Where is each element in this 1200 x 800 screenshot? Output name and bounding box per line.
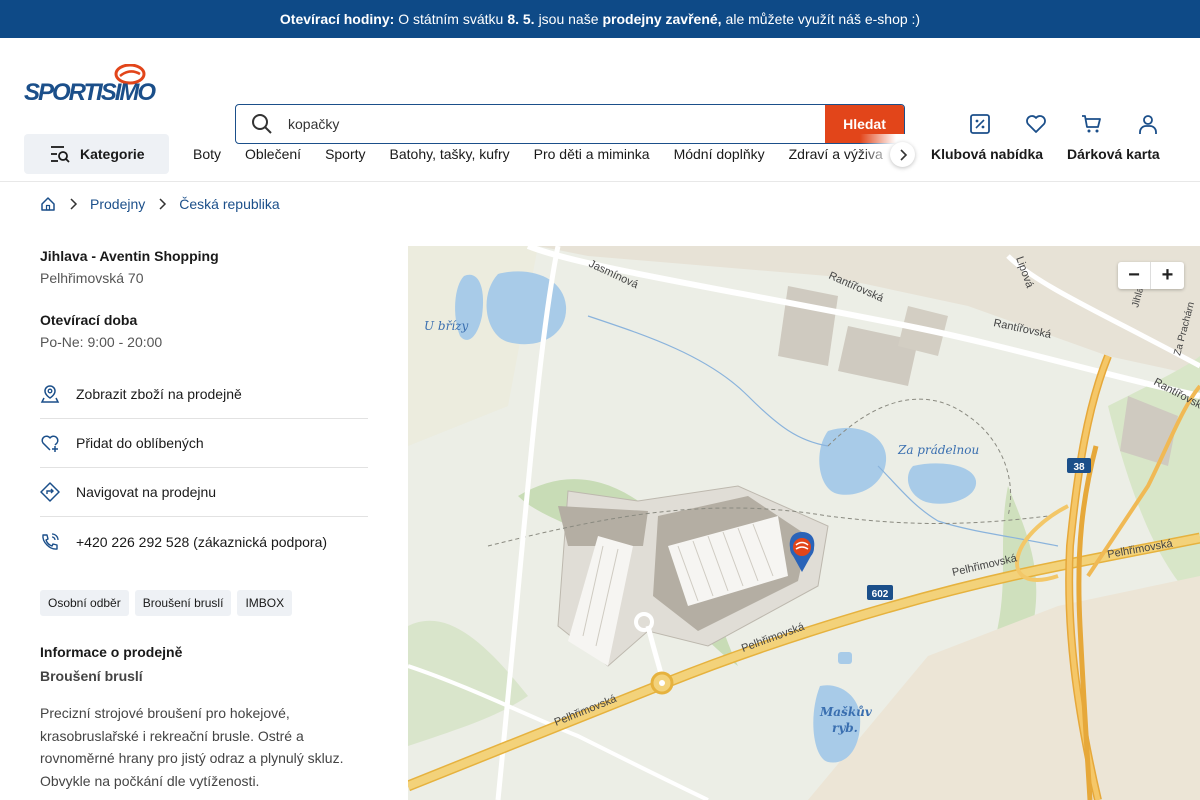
logo-text: SPORTISIMO — [24, 79, 156, 104]
show-products-label: Zobrazit zboží na prodejně — [76, 386, 242, 402]
service-tags: Osobní odběr Broušení bruslí IMBOX — [40, 590, 368, 616]
heart-plus-icon — [41, 435, 59, 452]
map-label-ryb: ryb. — [832, 721, 858, 735]
user-icon[interactable] — [1136, 112, 1160, 136]
announcement-date: 8. 5. — [507, 11, 535, 27]
tag-pickup: Osobní odběr — [40, 590, 129, 616]
show-products-link[interactable]: Zobrazit zboží na prodejně — [40, 370, 368, 419]
nav-item-batohy[interactable]: Batohy, tašky, kufry — [390, 146, 510, 162]
breadcrumb-stores[interactable]: Prodejny — [90, 196, 145, 212]
sportisimo-logo[interactable]: SPORTISIMO — [24, 64, 158, 104]
zoom-out-button[interactable]: − — [1118, 262, 1151, 289]
header: SPORTISIMO Hledat — [0, 38, 1200, 144]
chevron-right-icon — [70, 198, 78, 210]
nav-gift-card[interactable]: Dárková karta — [1067, 146, 1160, 162]
nav-items: Boty Oblečení Sporty Batohy, tašky, kufr… — [193, 134, 893, 174]
add-favorites-label: Přidat do oblíbených — [76, 435, 204, 451]
nav-club-offer[interactable]: Klubová nabídka — [931, 146, 1043, 162]
store-actions: Zobrazit zboží na prodejně Přidat do obl… — [40, 370, 368, 566]
map-label-maskuv: Maškův — [819, 705, 873, 719]
phone-link[interactable]: +420 226 292 528 (zákaznická podpora) — [40, 517, 368, 566]
announcement-closed: prodejny zavřené, — [602, 11, 722, 27]
store-info-subtitle: Broušení bruslí — [40, 668, 143, 684]
opening-hours: Po-Ne: 9:00 - 20:00 — [40, 334, 163, 350]
map-zoom-controls: − + — [1118, 262, 1184, 289]
nav-item-modni-doplnky[interactable]: Módní doplňky — [674, 146, 765, 162]
store-map[interactable]: 38 602 U břízy Za prádelnou Maškův ryb. … — [408, 246, 1200, 800]
directions-icon — [40, 482, 60, 502]
map-canvas[interactable]: 38 602 U břízy Za prádelnou Maškův ryb. … — [408, 246, 1200, 800]
nav-item-boty[interactable]: Boty — [193, 146, 221, 162]
chevron-right-icon — [159, 198, 167, 210]
navigate-label: Navigovat na prodejnu — [76, 484, 217, 500]
discount-icon[interactable] — [968, 112, 992, 136]
heart-icon[interactable] — [1024, 112, 1048, 136]
store-info-description: Precizní strojové broušení pro hokejové,… — [40, 705, 344, 789]
tag-skate-sharpening: Broušení bruslí — [134, 590, 232, 616]
add-favorites-link[interactable]: Přidat do oblíbených — [40, 419, 368, 468]
nav-item-obleceni[interactable]: Oblečení — [245, 146, 301, 162]
nav-item-sporty[interactable]: Sporty — [325, 146, 365, 162]
zoom-in-button[interactable]: + — [1151, 262, 1184, 289]
nav-item-deti[interactable]: Pro děti a miminka — [534, 146, 650, 162]
home-icon[interactable] — [40, 196, 56, 212]
announcement-bar: Otevírací hodiny: O státním svátku 8. 5.… — [0, 0, 1200, 38]
road-shield-602: 602 — [872, 589, 889, 600]
road-shield-38: 38 — [1073, 462, 1085, 473]
phone-label: +420 226 292 528 (zákaznická podpora) — [76, 533, 328, 550]
store-details: Jihlava - Aventin Shopping Pelhřimovská … — [40, 248, 368, 792]
tag-imbox: IMBOX — [237, 590, 293, 616]
announcement-text-3: ale můžete využít náš e-shop :) — [725, 11, 921, 27]
opening-hours-title: Otevírací doba — [40, 312, 138, 328]
announcement-lead: Otevírací hodiny: — [279, 11, 395, 27]
categories-button[interactable]: Kategorie — [24, 134, 169, 174]
store-address: Pelhřimovská 70 — [40, 270, 144, 286]
phone-icon — [42, 532, 59, 550]
store-name: Jihlava - Aventin Shopping — [40, 248, 219, 264]
cart-icon[interactable] — [1080, 112, 1104, 136]
map-label-za-pradelnou: Za prádelnou — [897, 443, 979, 457]
categories-label: Kategorie — [80, 146, 145, 162]
announcement-text-2: jsou naše — [538, 11, 599, 27]
chevron-right-icon — [899, 148, 907, 161]
menu-search-icon — [51, 146, 70, 163]
store-pin-icon — [40, 385, 60, 403]
announcement-text-1: O státním svátku — [398, 11, 504, 27]
navigate-link[interactable]: Navigovat na prodejnu — [40, 468, 368, 517]
main-navigation: Kategorie Boty Oblečení Sporty Batohy, t… — [0, 134, 1200, 182]
map-label-u-brizy: U břízy — [424, 319, 469, 333]
nav-scroll-right-button[interactable] — [890, 142, 915, 167]
breadcrumb: Prodejny Česká republika — [40, 196, 280, 212]
breadcrumb-czech-republic[interactable]: Česká republika — [179, 196, 279, 212]
store-info-title: Informace o prodejně — [40, 644, 183, 660]
